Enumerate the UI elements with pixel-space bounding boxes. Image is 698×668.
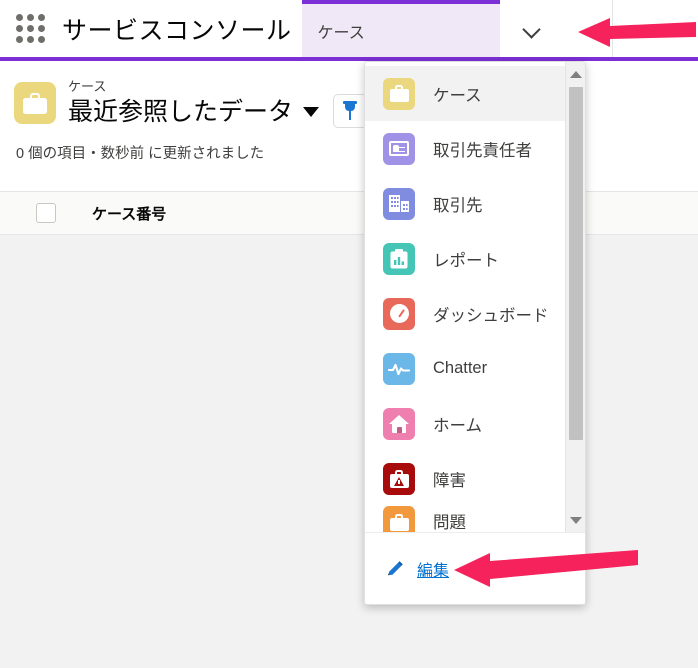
scroll-up-arrow-icon[interactable] (566, 64, 585, 84)
dropdown-item-label: 問題 (433, 514, 466, 532)
dropdown-item-label: Chatter (433, 359, 488, 377)
dropdown-item-incident[interactable]: 障害 (365, 451, 585, 506)
global-header: サービスコンソール ケース (0, 0, 698, 57)
incident-icon (383, 462, 415, 495)
waffle-grid-icon (15, 14, 45, 43)
checkbox-icon[interactable] (36, 203, 56, 223)
report-icon (383, 242, 415, 275)
tab-overflow-button[interactable] (499, 0, 564, 57)
nav-tab-label: ケース (317, 24, 365, 42)
list-view-header: ケース 最近参照したデータ 0 個の項目・数秒前 に更新されました (0, 61, 698, 191)
dropdown-item-report[interactable]: レポート (365, 231, 585, 286)
edit-link[interactable]: 編集 (417, 557, 449, 581)
dropdown-item-case[interactable]: ケース (365, 66, 585, 121)
dropdown-item-list: ケース 取引先責任者 取引先 レポート ダッシュボード Chatter ホーム … (365, 62, 585, 532)
list-eyebrow-label: ケース (68, 79, 107, 94)
pulse-glyph (388, 363, 410, 375)
home-icon (383, 407, 415, 440)
chevron-down-icon (523, 20, 541, 38)
list-meta-text: 0 個の項目・数秒前 に更新されました (16, 146, 265, 162)
scrollbar-thumb[interactable] (569, 87, 583, 440)
pin-list-button[interactable] (333, 94, 368, 128)
app-root: サービスコンソール ケース ケース 最近参照したデータ 0 個の項目・数秒前 に… (0, 0, 698, 668)
nav-item-dropdown-panel: ケース 取引先責任者 取引先 レポート ダッシュボード Chatter ホーム … (364, 61, 586, 605)
list-view-title: 最近参照したデータ (68, 98, 294, 126)
dropdown-item-problem[interactable]: 問題 (365, 506, 585, 532)
header-divider (612, 0, 613, 57)
problem-icon (383, 506, 415, 532)
caret-down-icon[interactable] (303, 107, 320, 117)
dropdown-item-label: レポート (433, 251, 499, 270)
dropdown-item-label: 取引先責任者 (433, 141, 532, 160)
scroll-down-arrow-icon[interactable] (566, 510, 585, 530)
app-launcher-button[interactable] (0, 0, 60, 57)
app-name-label: サービスコンソール (62, 16, 292, 45)
contact-icon (383, 132, 415, 165)
pencil-icon (388, 560, 403, 575)
dropdown-item-contact[interactable]: 取引先責任者 (365, 121, 585, 176)
chatter-icon (383, 352, 415, 385)
table-header-row: ケース番号 (0, 191, 698, 235)
dropdown-item-account[interactable]: 取引先 (365, 176, 585, 231)
account-icon (383, 187, 415, 220)
dropdown-item-label: 障害 (433, 471, 466, 490)
dropdown-scrollbar[interactable] (565, 62, 585, 532)
dropdown-item-home[interactable]: ホーム (365, 396, 585, 451)
dropdown-item-label: ホーム (433, 416, 483, 435)
clipboard-glyph (390, 248, 408, 268)
building-glyph (389, 195, 409, 212)
dropdown-item-label: ダッシュボード (433, 306, 549, 325)
dropdown-item-label: ケース (433, 86, 482, 105)
select-all-cell (0, 203, 92, 223)
dropdown-item-label: 取引先 (433, 196, 483, 215)
column-header-case-number[interactable]: ケース番号 (92, 203, 166, 224)
nav-tab-case[interactable]: ケース (301, 0, 500, 57)
case-briefcase-icon (14, 82, 56, 124)
nav-tab-strip: ケース (301, 0, 698, 57)
dashboard-icon (383, 297, 415, 330)
dropdown-item-chatter[interactable]: Chatter (365, 341, 585, 396)
pin-icon (343, 101, 358, 120)
table-body-empty (0, 235, 698, 665)
dropdown-scroll-area: ケース 取引先責任者 取引先 レポート ダッシュボード Chatter ホーム … (365, 62, 585, 532)
list-table: ケース番号 (0, 191, 698, 668)
dropdown-footer: 編集 (365, 532, 585, 604)
dropdown-item-dashboard[interactable]: ダッシュボード (365, 286, 585, 341)
case-icon (383, 77, 415, 110)
